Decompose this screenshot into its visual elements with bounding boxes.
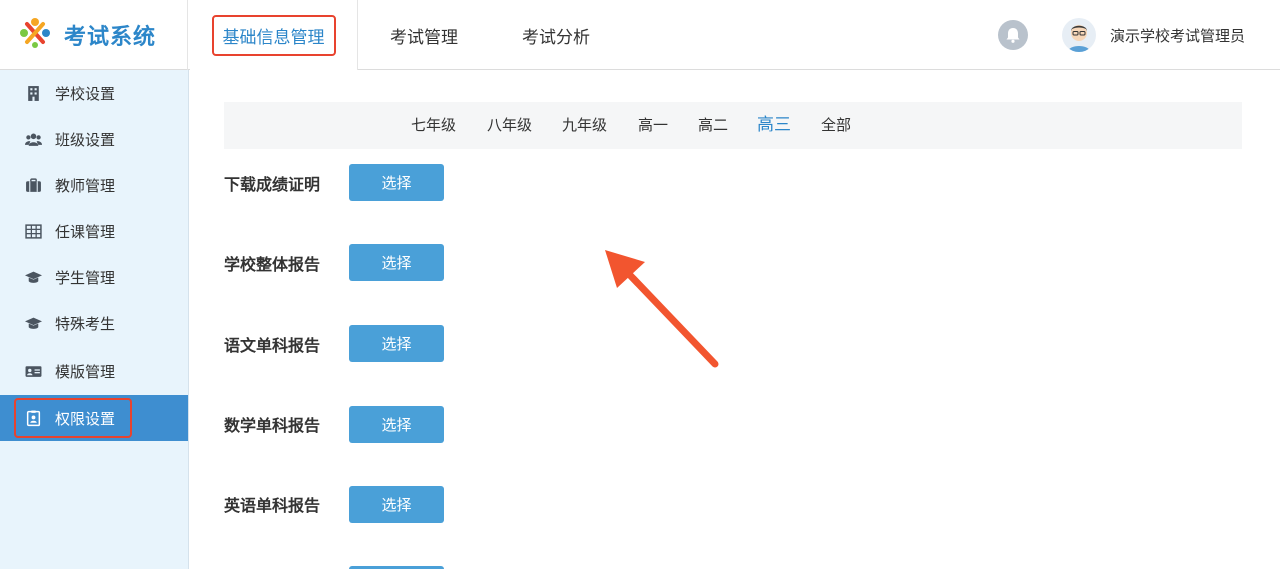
id-card-icon bbox=[24, 362, 42, 380]
report-label: 数学单科报告 bbox=[224, 416, 321, 435]
grade-option-selected[interactable]: 高三 bbox=[757, 102, 791, 149]
grade-filter-bar: 七年级 八年级 九年级 高一 高二 高三 全部 bbox=[224, 102, 1242, 149]
grade-option[interactable]: 高二 bbox=[698, 102, 728, 149]
user-name[interactable]: 演示学校考试管理员 bbox=[1110, 25, 1245, 46]
tab-exam-management[interactable]: 考试管理 bbox=[358, 0, 490, 70]
grade-option[interactable]: 九年级 bbox=[562, 102, 607, 149]
sidebar-item-teacher-management[interactable]: 教师管理 bbox=[0, 162, 188, 208]
logo-icon bbox=[18, 16, 52, 54]
tab-label: 考试管理 bbox=[390, 27, 458, 48]
grade-option[interactable]: 高一 bbox=[638, 102, 668, 149]
briefcase-icon bbox=[24, 176, 42, 194]
english-report-select-button[interactable]: 选择 bbox=[349, 486, 444, 523]
grid-table-icon bbox=[24, 222, 42, 240]
sidebar-item-label: 特殊考生 bbox=[55, 314, 116, 333]
building-icon bbox=[24, 84, 42, 102]
user-avatar[interactable] bbox=[1061, 18, 1096, 52]
sidebar-item-label: 任课管理 bbox=[55, 222, 116, 241]
graduation-cap-icon bbox=[24, 268, 42, 286]
graduation-cap-icon bbox=[24, 314, 42, 332]
report-label: 英语单科报告 bbox=[224, 496, 321, 515]
tab-exam-analysis[interactable]: 考试分析 bbox=[490, 0, 622, 70]
sidebar-item-class-settings[interactable]: 班级设置 bbox=[0, 116, 188, 162]
sidebar-item-student-management[interactable]: 学生管理 bbox=[0, 254, 188, 300]
tab-label: 基础信息管理 bbox=[211, 14, 336, 56]
sidebar-item-label: 教师管理 bbox=[55, 176, 116, 195]
grade-option[interactable]: 七年级 bbox=[411, 102, 456, 149]
sidebar-item-label: 学生管理 bbox=[55, 268, 116, 287]
report-label: 语文单科报告 bbox=[224, 336, 321, 355]
sidebar-item-label: 模版管理 bbox=[55, 362, 116, 381]
sidebar-item-special-candidates[interactable]: 特殊考生 bbox=[0, 300, 188, 346]
sidebar-item-label: 学校设置 bbox=[55, 84, 116, 103]
user-area: 演示学校考试管理员 bbox=[997, 0, 1280, 70]
report-label: 下载成绩证明 bbox=[224, 175, 321, 194]
tab-basic-info[interactable]: 基础信息管理 bbox=[190, 0, 358, 70]
app-root: 考试系统 基础信息管理 考试管理 考试分析 演示学校考试管理员 学校设置 班级设… bbox=[0, 0, 1280, 569]
logo-text: 考试系统 bbox=[64, 25, 157, 50]
notification-bell-icon[interactable] bbox=[997, 20, 1028, 50]
tab-label: 考试分析 bbox=[522, 27, 590, 48]
main-content: 七年级 八年级 九年级 高一 高二 高三 全部 下载成绩证明 选择 学校整体报告… bbox=[189, 70, 1280, 569]
sidebar-item-course-assignment[interactable]: 任课管理 bbox=[0, 208, 188, 254]
chinese-report-select-button[interactable]: 选择 bbox=[349, 325, 444, 362]
sidebar: 学校设置 班级设置 教师管理 任课管理 学生管理 特殊考生 模版管理 权限设置 bbox=[0, 70, 189, 569]
school-report-select-button[interactable]: 选择 bbox=[349, 244, 444, 281]
annotation-arrow bbox=[605, 250, 719, 368]
grade-option[interactable]: 全部 bbox=[821, 102, 851, 149]
sidebar-item-label: 班级设置 bbox=[55, 130, 116, 149]
top-header: 考试系统 基础信息管理 考试管理 考试分析 演示学校考试管理员 bbox=[0, 0, 1280, 70]
math-report-select-button[interactable]: 选择 bbox=[349, 406, 444, 443]
users-icon bbox=[24, 130, 42, 148]
top-nav: 基础信息管理 考试管理 考试分析 bbox=[190, 0, 622, 70]
grade-option[interactable]: 八年级 bbox=[487, 102, 532, 149]
sidebar-item-school-settings[interactable]: 学校设置 bbox=[0, 70, 188, 116]
download-certificate-select-button[interactable]: 选择 bbox=[349, 164, 444, 201]
highlight-box bbox=[14, 398, 132, 438]
logo[interactable]: 考试系统 bbox=[0, 0, 188, 70]
report-label: 学校整体报告 bbox=[224, 255, 321, 274]
sidebar-item-template-management[interactable]: 模版管理 bbox=[0, 348, 188, 394]
sidebar-item-permission-settings[interactable]: 权限设置 bbox=[0, 395, 188, 441]
